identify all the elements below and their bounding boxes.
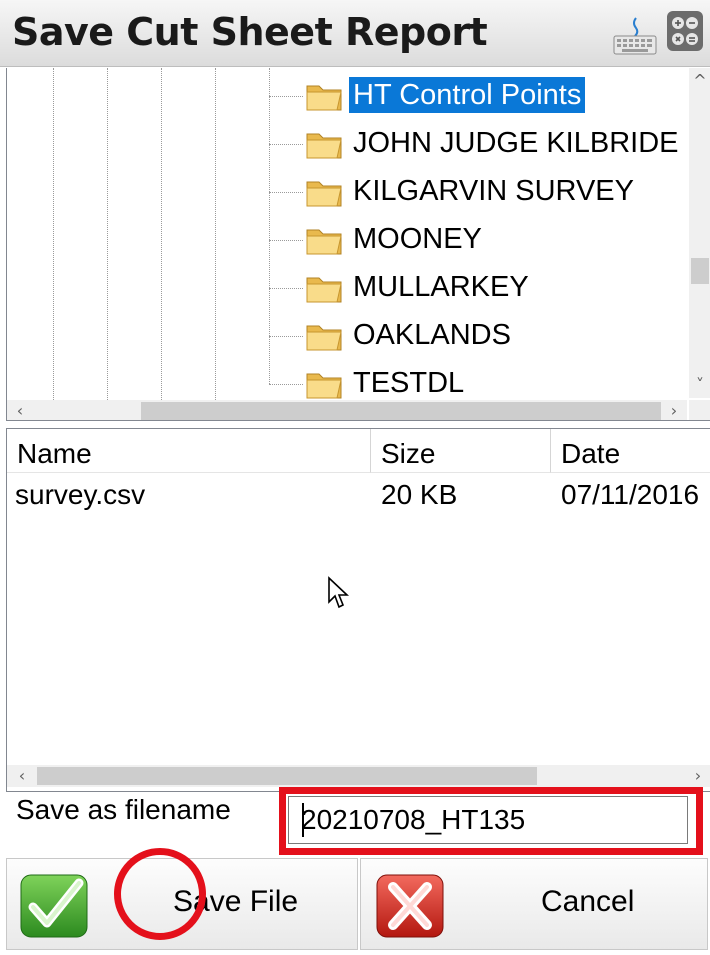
highlight-rectangle <box>279 787 703 855</box>
tree-item-label: MOONEY <box>353 223 482 255</box>
tree-vertical-scrollbar[interactable]: ^ ˅ <box>689 68 710 398</box>
tree-item[interactable]: KILGARVIN SURVEY <box>269 168 689 212</box>
tree-item-label: KILGARVIN SURVEY <box>353 175 634 207</box>
tree-item-label: JOHN JUDGE KILBRIDE <box>353 127 679 159</box>
scroll-left-icon[interactable]: ‹ <box>11 767 33 785</box>
window-title: Save Cut Sheet Report <box>12 10 488 54</box>
folder-icon <box>306 277 342 303</box>
file-list-horizontal-scrollbar[interactable]: ‹ › <box>7 765 710 787</box>
folder-icon <box>306 229 342 255</box>
file-date-cell: 07/11/2016 <box>561 479 700 510</box>
mouse-pointer-icon <box>328 576 350 609</box>
tree-item-label: MULLARKEY <box>353 271 529 303</box>
calculator-icon[interactable] <box>666 10 704 52</box>
title-bar: Save Cut Sheet Report <box>0 0 710 67</box>
tree-item[interactable]: TESTDL <box>269 360 689 404</box>
folder-icon <box>306 181 342 207</box>
tree-item[interactable]: MULLARKEY <box>269 264 689 308</box>
scroll-right-icon[interactable]: › <box>663 402 685 420</box>
file-list-scroll-thumb[interactable] <box>37 767 537 785</box>
column-header-name[interactable]: Name <box>7 429 371 473</box>
file-list[interactable]: Name Size Date survey.csv 20 KB 07/11/20… <box>6 428 710 792</box>
file-name-cell: survey.csv <box>15 479 146 510</box>
scroll-up-icon[interactable]: ^ <box>689 72 710 90</box>
cancel-x-icon <box>376 874 444 938</box>
column-header-date[interactable]: Date <box>551 429 710 473</box>
tree-item[interactable]: MOONEY <box>269 216 689 260</box>
file-size-cell: 20 KB <box>381 479 458 510</box>
save-as-label: Save as filename <box>16 794 231 825</box>
folder-icon <box>306 133 342 159</box>
keyboard-icon[interactable] <box>612 16 658 56</box>
folder-tree[interactable]: HT Control Points JOHN JUDGE KILBRIDE KI… <box>6 68 710 421</box>
tree-item[interactable]: JOHN JUDGE KILBRIDE <box>269 120 689 164</box>
folder-icon <box>306 85 342 111</box>
tree-item[interactable]: HT Control Points <box>269 72 689 116</box>
scroll-corner <box>689 400 710 420</box>
tree-item-label: HT Control Points <box>349 77 586 113</box>
scroll-right-icon[interactable]: › <box>687 767 709 785</box>
tree-horizontal-scroll-thumb[interactable] <box>141 402 661 420</box>
tree-vertical-scroll-thumb[interactable] <box>691 258 709 284</box>
scroll-down-icon[interactable]: ˅ <box>689 376 710 394</box>
folder-icon <box>306 373 342 399</box>
highlight-circle <box>114 848 206 940</box>
cancel-label: Cancel <box>541 885 635 918</box>
cancel-button[interactable]: Cancel <box>360 858 708 950</box>
checkmark-icon <box>20 874 88 938</box>
folder-icon <box>306 325 342 351</box>
column-header-size[interactable]: Size <box>371 429 551 473</box>
tree-item-label: TESTDL <box>353 367 465 399</box>
tree-horizontal-scrollbar[interactable]: ‹ › <box>7 400 687 420</box>
tree-item-label: OAKLANDS <box>353 319 511 351</box>
tree-item[interactable]: OAKLANDS <box>269 312 689 356</box>
scroll-left-icon[interactable]: ‹ <box>9 402 31 420</box>
